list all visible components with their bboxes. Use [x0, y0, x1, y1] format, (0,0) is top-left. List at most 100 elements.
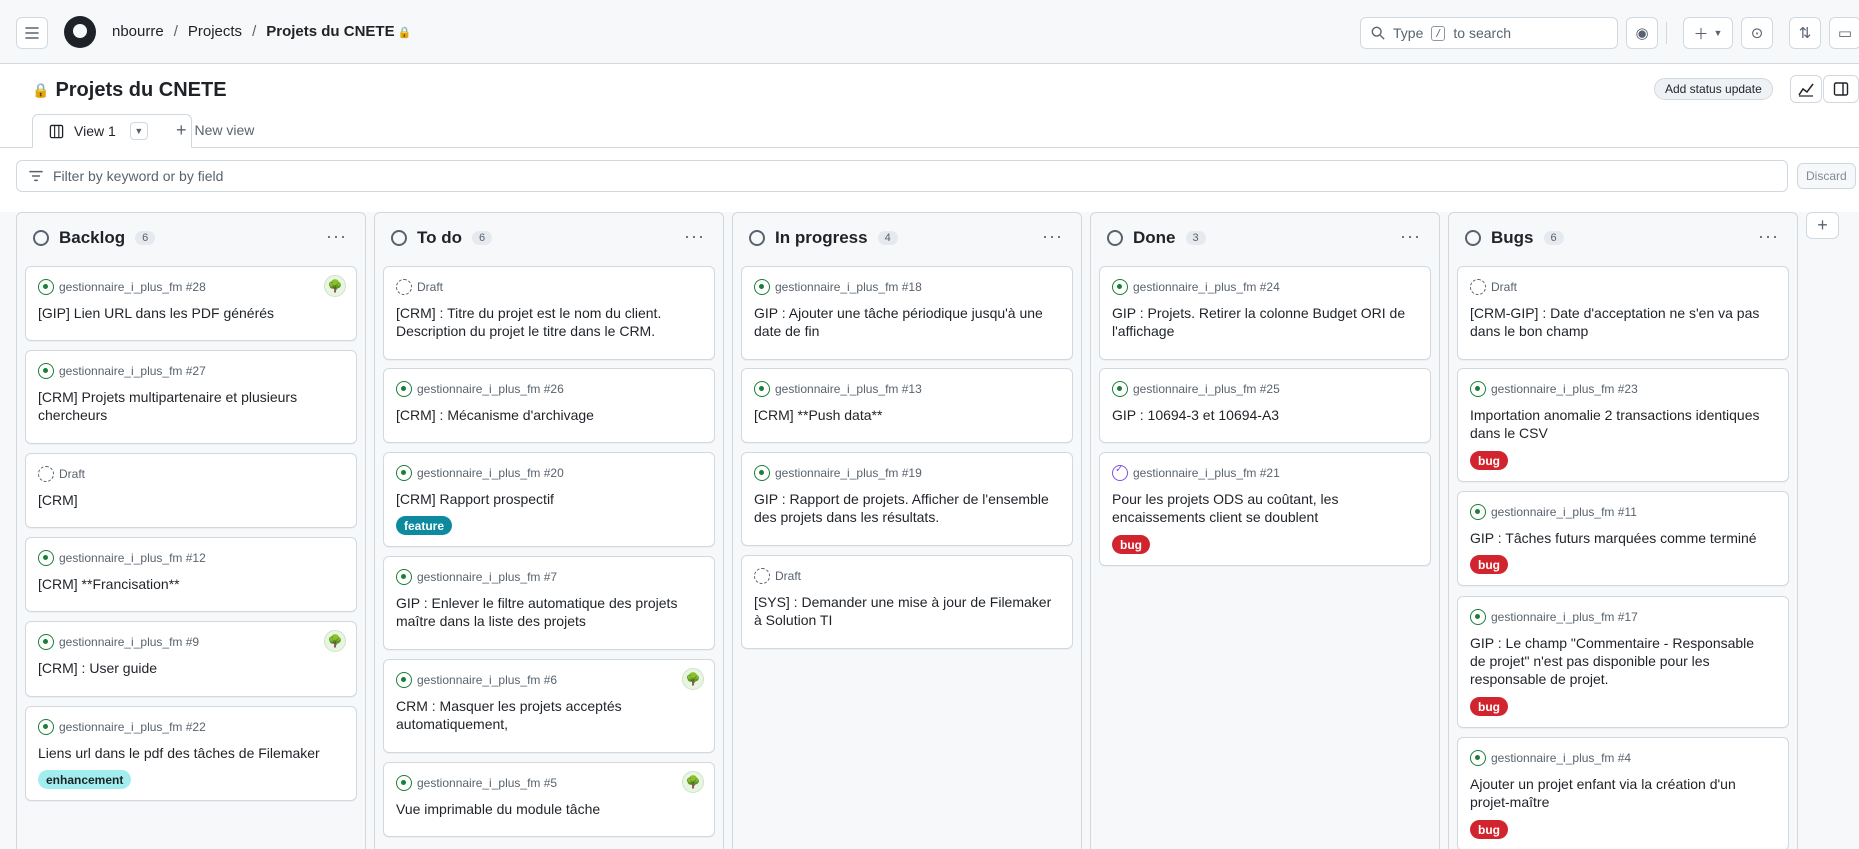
- filter-input[interactable]: Filter by keyword or by field: [16, 160, 1788, 192]
- card[interactable]: gestionnaire_i_plus_fm #19 GIP : Rapport…: [741, 452, 1073, 546]
- card[interactable]: gestionnaire_i_plus_fm #12 [CRM] **Franc…: [25, 537, 357, 612]
- breadcrumb-projects[interactable]: Projects: [188, 23, 242, 40]
- label-enhancement[interactable]: enhancement: [38, 770, 132, 789]
- create-new-button[interactable]: ＋ ▼: [1683, 17, 1733, 49]
- card-title[interactable]: GIP : Ajouter une tâche périodique jusqu…: [754, 304, 1054, 340]
- tab-view-1-label: View 1: [74, 123, 116, 139]
- card[interactable]: gestionnaire_i_plus_fm #24 GIP : Projets…: [1099, 266, 1431, 360]
- avatar[interactable]: 🌳: [682, 668, 704, 690]
- card-title[interactable]: [CRM] : User guide: [38, 659, 338, 677]
- card-title[interactable]: GIP : Rapport de projets. Afficher de l'…: [754, 490, 1054, 526]
- card-title[interactable]: [SYS] : Demander une mise à jour de File…: [754, 593, 1054, 629]
- column-menu-icon[interactable]: ···: [684, 226, 705, 247]
- column-menu-icon[interactable]: ···: [1042, 226, 1063, 247]
- card[interactable]: gestionnaire_i_plus_fm #28 🌳 [GIP] Lien …: [25, 266, 357, 341]
- breadcrumb-current[interactable]: Projets du CNETE 🔒: [266, 23, 411, 40]
- filter-icon: [29, 170, 43, 182]
- issues-icon[interactable]: ⊙: [1741, 17, 1773, 49]
- card-title[interactable]: Importation anomalie 2 transactions iden…: [1470, 406, 1770, 442]
- card[interactable]: Draft [CRM]: [25, 453, 357, 528]
- add-column-button[interactable]: +: [1806, 212, 1839, 239]
- card-title[interactable]: Liens url dans le pdf des tâches de File…: [38, 744, 338, 762]
- pull-requests-icon[interactable]: ⇅: [1789, 17, 1821, 49]
- card[interactable]: gestionnaire_i_plus_fm #20 [CRM] Rapport…: [383, 452, 715, 547]
- avatar[interactable]: 🌳: [324, 630, 346, 652]
- card-title[interactable]: GIP : Le champ "Commentaire - Responsabl…: [1470, 634, 1770, 688]
- card[interactable]: gestionnaire_i_plus_fm #11 GIP : Tâches …: [1457, 491, 1789, 586]
- card-title[interactable]: [CRM] : Titre du projet est le nom du cl…: [396, 304, 696, 340]
- menu-icon[interactable]: [16, 17, 48, 49]
- card-title[interactable]: [CRM] Projets multipartenaire et plusieu…: [38, 388, 338, 424]
- search-input[interactable]: Type / to search: [1360, 17, 1618, 49]
- label-bug[interactable]: bug: [1470, 451, 1508, 470]
- open-issue-icon: [1112, 279, 1128, 295]
- label-bug[interactable]: bug: [1470, 555, 1508, 574]
- discard-button[interactable]: Discard: [1797, 163, 1856, 189]
- card-title[interactable]: [CRM] : Mécanisme d'archivage: [396, 406, 696, 424]
- card-title[interactable]: [CRM]: [38, 491, 338, 509]
- breadcrumb-separator: /: [252, 23, 257, 40]
- card-title[interactable]: GIP : Enlever le filtre automatique des …: [396, 594, 696, 630]
- label-bug[interactable]: bug: [1470, 697, 1508, 716]
- label-bug[interactable]: bug: [1470, 820, 1508, 839]
- insights-icon[interactable]: [1790, 75, 1822, 103]
- column-title: To do: [417, 228, 462, 247]
- draft-icon: [396, 279, 412, 295]
- avatar[interactable]: 🌳: [682, 771, 704, 793]
- card-meta: Draft: [38, 466, 85, 482]
- card-title[interactable]: GIP : 10694-3 et 10694-A3: [1112, 406, 1412, 424]
- card[interactable]: Draft [CRM-GIP] : Date d'acceptation ne …: [1457, 266, 1789, 360]
- column-menu-icon[interactable]: ···: [1400, 226, 1421, 247]
- card-meta-label: Draft: [59, 467, 86, 481]
- github-logo-icon[interactable]: [64, 16, 96, 48]
- chevron-down-icon[interactable]: ▼: [129, 122, 148, 140]
- card-title[interactable]: Pour les projets ODS au coûtant, les enc…: [1112, 490, 1412, 526]
- copilot-icon[interactable]: ◉: [1626, 17, 1658, 49]
- card-title[interactable]: [CRM] Rapport prospectif: [396, 490, 696, 508]
- breadcrumb-separator: /: [173, 23, 178, 40]
- card[interactable]: gestionnaire_i_plus_fm #23 Importation a…: [1457, 368, 1789, 482]
- card-title[interactable]: [GIP] Lien URL dans les PDF générés: [38, 304, 338, 322]
- new-view-button[interactable]: + New view: [176, 121, 254, 139]
- open-issue-icon: [754, 465, 770, 481]
- card[interactable]: Draft [CRM] : Titre du projet est le nom…: [383, 266, 715, 360]
- card-title[interactable]: GIP : Tâches futurs marquées comme termi…: [1470, 529, 1770, 547]
- card[interactable]: gestionnaire_i_plus_fm #22 Liens url dan…: [25, 706, 357, 801]
- card-title[interactable]: [CRM-GIP] : Date d'acceptation ne s'en v…: [1470, 304, 1770, 340]
- card[interactable]: gestionnaire_i_plus_fm #13 [CRM] **Push …: [741, 368, 1073, 443]
- tab-view-1[interactable]: View 1 ▼: [32, 114, 192, 148]
- card[interactable]: gestionnaire_i_plus_fm #6 🌳 CRM : Masque…: [383, 659, 715, 753]
- card-title[interactable]: Ajouter un projet enfant via la création…: [1470, 775, 1770, 811]
- card[interactable]: gestionnaire_i_plus_fm #7 GIP : Enlever …: [383, 556, 715, 650]
- side-panel-icon[interactable]: [1823, 75, 1859, 103]
- card[interactable]: gestionnaire_i_plus_fm #26 [CRM] : Mécan…: [383, 368, 715, 443]
- open-issue-icon: [396, 465, 412, 481]
- card[interactable]: gestionnaire_i_plus_fm #17 GIP : Le cham…: [1457, 596, 1789, 728]
- column-menu-icon[interactable]: ···: [1758, 226, 1779, 247]
- label-bug[interactable]: bug: [1112, 535, 1150, 554]
- column-menu-icon[interactable]: ···: [326, 226, 347, 247]
- add-status-update-button[interactable]: Add status update: [1654, 78, 1773, 100]
- card[interactable]: Draft [SYS] : Demander une mise à jour d…: [741, 555, 1073, 649]
- inbox-icon[interactable]: ▭: [1829, 17, 1859, 49]
- card-title[interactable]: [CRM] **Francisation**: [38, 575, 338, 593]
- card[interactable]: gestionnaire_i_plus_fm #9 🌳 [CRM] : User…: [25, 621, 357, 697]
- card[interactable]: gestionnaire_i_plus_fm #5 🌳 Vue imprimab…: [383, 762, 715, 837]
- card[interactable]: gestionnaire_i_plus_fm #18 GIP : Ajouter…: [741, 266, 1073, 360]
- card[interactable]: gestionnaire_i_plus_fm #4 Ajouter un pro…: [1457, 737, 1789, 849]
- tabs-divider: [0, 147, 1859, 148]
- card-title[interactable]: GIP : Projets. Retirer la colonne Budget…: [1112, 304, 1412, 340]
- card[interactable]: gestionnaire_i_plus_fm #21 Pour les proj…: [1099, 452, 1431, 566]
- card-title[interactable]: CRM : Masquer les projets acceptés autom…: [396, 697, 696, 733]
- card[interactable]: gestionnaire_i_plus_fm #25 GIP : 10694-3…: [1099, 368, 1431, 443]
- card-meta-label: gestionnaire_i_plus_fm #4: [1491, 751, 1632, 765]
- card-title[interactable]: [CRM] **Push data**: [754, 406, 1054, 424]
- search-suffix: to search: [1453, 25, 1511, 41]
- card-meta-label: gestionnaire_i_plus_fm #23: [1491, 382, 1638, 396]
- card-title[interactable]: Vue imprimable du module tâche: [396, 800, 696, 818]
- header-divider: [1666, 22, 1667, 44]
- label-feature[interactable]: feature: [396, 516, 453, 535]
- avatar[interactable]: 🌳: [324, 275, 346, 297]
- breadcrumb-owner[interactable]: nbourre: [112, 23, 164, 40]
- card[interactable]: gestionnaire_i_plus_fm #27 [CRM] Projets…: [25, 350, 357, 444]
